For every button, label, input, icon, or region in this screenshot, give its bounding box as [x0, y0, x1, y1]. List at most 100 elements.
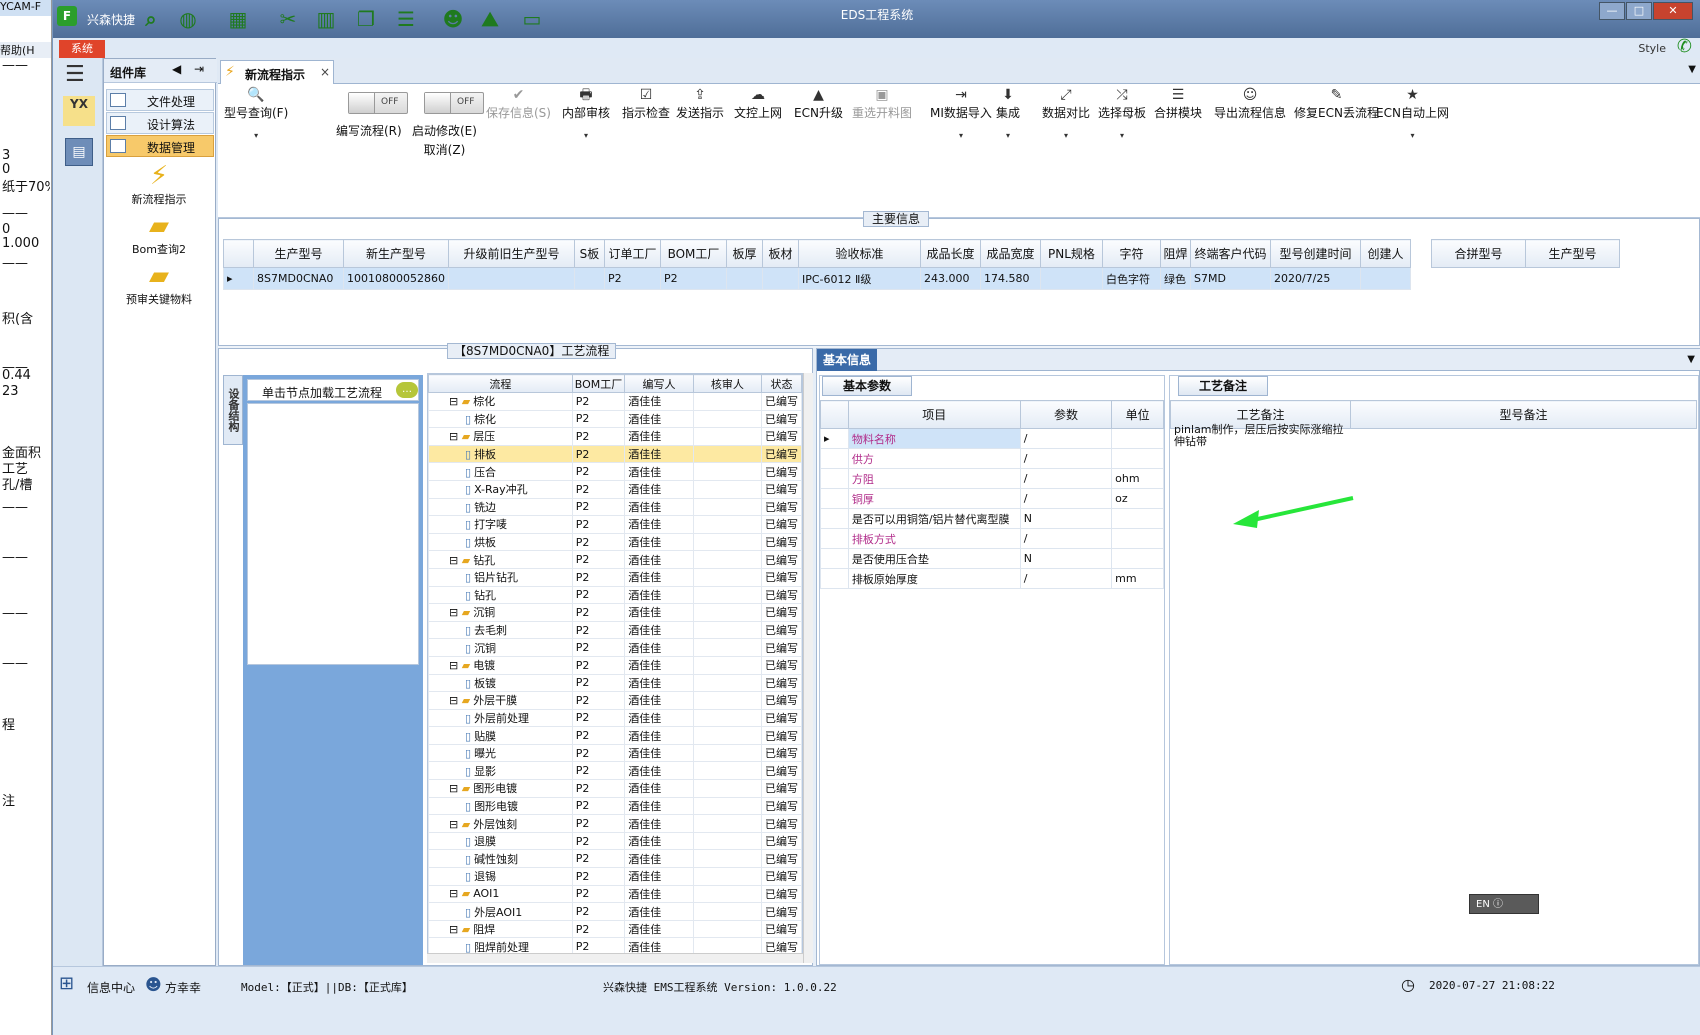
process-row[interactable]: ⊟ ▰ 图形电镀 P2 酒佳佳 已编写 — [428, 779, 802, 798]
process-row[interactable]: ▯ 碱性蚀刻 P2 酒佳佳 已编写 — [428, 849, 802, 869]
reviewer-cell[interactable] — [692, 743, 762, 763]
table-cell[interactable]: S7MD — [1189, 267, 1271, 290]
bom-factory-cell[interactable]: P2 — [571, 392, 626, 411]
table-cell[interactable] — [761, 267, 799, 290]
writer-cell[interactable]: 酒佳佳 — [624, 462, 694, 481]
process-name-cell[interactable]: ▯ 碱性蚀刻 — [428, 849, 573, 869]
process-name-cell[interactable]: ⊟ ▰ 层压 — [428, 427, 573, 446]
table-cell[interactable]: 174.580 — [979, 267, 1041, 290]
status-cell[interactable]: 已编写 — [760, 919, 802, 939]
maximize-button[interactable]: □ — [1626, 2, 1652, 20]
reviewer-cell[interactable] — [692, 867, 762, 886]
param-row[interactable]: 排板方式 / — [820, 528, 1164, 549]
bom-factory-cell[interactable]: P2 — [571, 620, 626, 640]
process-row[interactable]: ▯ 板镀 P2 酒佳佳 已编写 — [428, 673, 802, 693]
chart-icon[interactable]: ⛰ — [477, 6, 503, 32]
status-cell[interactable]: 已编写 — [760, 620, 802, 640]
toolbar-button[interactable]: ★ ECN自动上网 ▾ — [1376, 88, 1449, 140]
status-cell[interactable]: 已编写 — [760, 691, 802, 710]
status-cell[interactable]: 已编写 — [760, 427, 802, 446]
comp-item-data-management[interactable]: 数据管理 — [106, 135, 214, 157]
process-name-cell[interactable]: ⊟ ▰ 钻孔 — [428, 550, 573, 569]
status-cell[interactable]: 已编写 — [760, 726, 802, 745]
process-row[interactable]: ⊟ ▰ 外层干膜 P2 酒佳佳 已编写 — [428, 691, 802, 710]
process-row[interactable]: ▯ 棕化 P2 酒佳佳 已编写 — [428, 409, 802, 429]
param-row[interactable]: 供方 / — [820, 448, 1164, 469]
dropdown-icon[interactable]: ▾ — [1376, 131, 1449, 140]
process-name-cell[interactable]: ▯ 打字唛 — [428, 515, 573, 534]
process-name-cell[interactable]: ⊟ ▰ 沉铜 — [428, 603, 573, 622]
status-cell[interactable]: 已编写 — [760, 884, 802, 904]
info-center[interactable]: 信息中心 — [87, 979, 135, 996]
collapse-icon[interactable]: ⊟ — [449, 694, 462, 707]
process-row[interactable]: ▯ 图形电镀 P2 酒佳佳 已编写 — [428, 796, 802, 816]
reviewer-cell[interactable] — [692, 655, 762, 675]
table-cell[interactable]: P2 — [603, 267, 661, 290]
process-row[interactable]: ▯ 贴膜 P2 酒佳佳 已编写 — [428, 726, 802, 745]
column-header[interactable]: 状态 — [760, 374, 802, 393]
column-header[interactable]: PNL规格 — [1039, 239, 1103, 268]
table-cell[interactable] — [573, 267, 605, 290]
process-row[interactable]: ▯ 烘板 P2 酒佳佳 已编写 — [428, 532, 802, 552]
process-scrollbar-vertical[interactable] — [803, 373, 813, 963]
bom-factory-cell[interactable]: P2 — [571, 444, 626, 464]
node-load-tip[interactable]: 单击节点加载工艺流程 … — [247, 379, 419, 401]
param-value-cell[interactable]: / — [1019, 428, 1113, 449]
reviewer-cell[interactable] — [692, 814, 762, 833]
process-name-cell[interactable]: ▯ 外层AOI1 — [428, 902, 573, 921]
column-header[interactable]: 新生产型号 — [343, 239, 449, 268]
param-value-cell[interactable]: N — [1019, 508, 1113, 529]
table-cell[interactable] — [725, 267, 763, 290]
process-row[interactable]: ⊟ ▰ 外层蚀刻 P2 酒佳佳 已编写 — [428, 814, 802, 833]
system-tab[interactable]: 系统 — [59, 40, 105, 58]
pin-icon[interactable]: ⇥ — [194, 62, 204, 76]
process-name-cell[interactable]: ▯ 退锡 — [428, 867, 573, 886]
style-menu[interactable]: Style — [1638, 42, 1666, 55]
collapse-icon[interactable]: ⊟ — [449, 887, 462, 900]
bom-factory-cell[interactable]: P2 — [571, 603, 626, 622]
column-header[interactable]: 参数 — [1019, 400, 1113, 429]
table-cell[interactable]: 8S7MD0CNA0 — [253, 267, 344, 290]
process-row[interactable]: ⊟ ▰ 沉铜 P2 酒佳佳 已编写 — [428, 603, 802, 622]
writer-cell[interactable]: 酒佳佳 — [624, 761, 694, 781]
tab-close-icon[interactable]: × — [320, 65, 330, 79]
status-cell[interactable]: 已编写 — [760, 603, 802, 622]
reviewer-cell[interactable] — [692, 673, 762, 693]
reviewer-cell[interactable] — [692, 708, 762, 728]
ime-widget[interactable]: EN ⓘ — [1469, 894, 1539, 914]
chevron-left-icon[interactable]: ◀ — [172, 62, 181, 76]
process-row[interactable]: ▯ 铣边 P2 酒佳佳 已编写 — [428, 497, 802, 517]
bom-factory-cell[interactable]: P2 — [571, 726, 626, 745]
bom-factory-cell[interactable]: P2 — [571, 673, 626, 693]
reviewer-cell[interactable] — [692, 567, 762, 587]
process-name-cell[interactable]: ▯ 烘板 — [428, 532, 573, 552]
search-icon[interactable]: ⌕ — [139, 6, 163, 32]
collapse-icon[interactable]: ⊟ — [449, 659, 462, 672]
process-name-cell[interactable]: ▯ 图形电镀 — [428, 796, 573, 816]
tool-bom-query[interactable]: ▰ Bom查询2 — [104, 211, 214, 257]
process-name-cell[interactable]: ▯ 显影 — [428, 761, 573, 781]
process-row[interactable]: ▯ 去毛刺 P2 酒佳佳 已编写 — [428, 620, 802, 640]
bom-factory-cell[interactable]: P2 — [571, 550, 626, 569]
column-header[interactable]: 单位 — [1111, 400, 1164, 429]
scissors-icon[interactable]: ✂ — [275, 6, 301, 32]
reviewer-cell[interactable] — [692, 603, 762, 622]
status-cell[interactable]: 已编写 — [760, 814, 802, 833]
process-row[interactable]: ▯ X-Ray冲孔 P2 酒佳佳 已编写 — [428, 479, 802, 499]
column-header[interactable]: 板厚 — [725, 239, 763, 268]
toolbar-button[interactable]: 🖶 内部审核 ▾ — [562, 88, 610, 140]
column-header[interactable]: BOM工厂 — [571, 374, 626, 393]
process-row[interactable]: ▯ 显影 P2 酒佳佳 已编写 — [428, 761, 802, 781]
table-cell[interactable]: P2 — [659, 267, 727, 290]
column-header[interactable]: 验收标准 — [797, 239, 921, 268]
status-cell[interactable]: 已编写 — [760, 796, 802, 816]
bom-factory-cell[interactable]: P2 — [571, 849, 626, 869]
reviewer-cell[interactable] — [692, 831, 762, 851]
process-row[interactable]: ▯ 外层AOI1 P2 酒佳佳 已编写 — [428, 902, 802, 921]
comp-item-file-processing[interactable]: 文件处理 — [106, 89, 214, 111]
writer-cell[interactable]: 酒佳佳 — [624, 779, 694, 798]
process-row[interactable]: ▯ 沉铜 P2 酒佳佳 已编写 — [428, 638, 802, 657]
param-row[interactable]: 排板原始厚度 / mm — [820, 568, 1164, 589]
column-header[interactable]: 型号备注 — [1350, 400, 1697, 429]
writer-cell[interactable]: 酒佳佳 — [624, 585, 694, 605]
